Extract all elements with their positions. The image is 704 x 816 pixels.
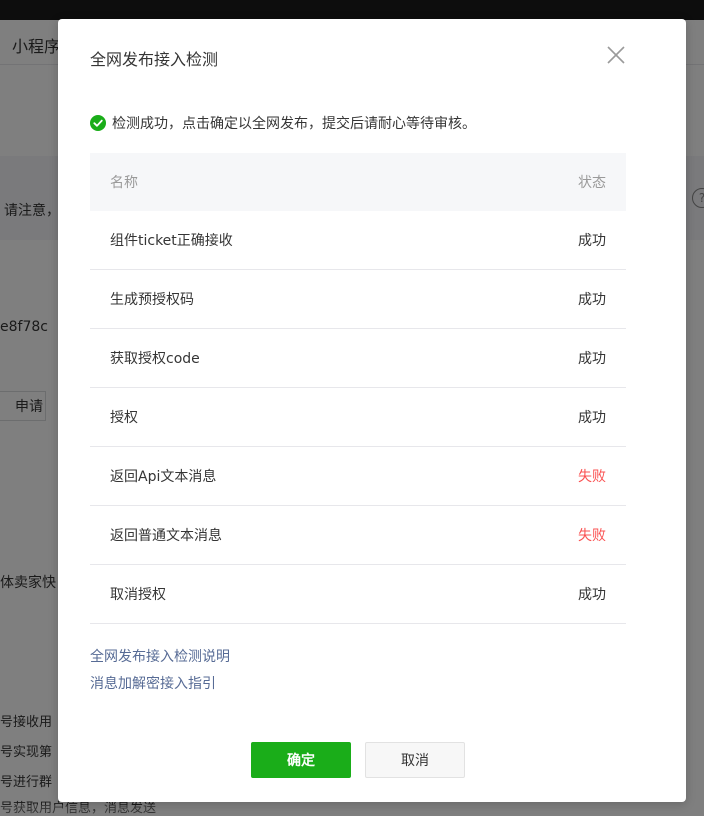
row-status: 成功 [578, 410, 606, 426]
row-name: 返回Api文本消息 [110, 469, 217, 485]
publish-check-dialog: 全网发布接入检测 检测成功，点击确定以全网发布，提交后请耐心等待审核。 名称 状… [58, 19, 686, 802]
encryption-guide-link[interactable]: 消息加解密接入指引 [90, 673, 216, 693]
row-name: 返回普通文本消息 [110, 528, 222, 544]
column-header-name: 名称 [110, 175, 138, 191]
row-status: 成功 [578, 587, 606, 603]
column-header-status: 状态 [578, 175, 606, 191]
confirm-button[interactable]: 确定 [251, 742, 351, 778]
row-status: 成功 [578, 292, 606, 308]
check-table: 名称 状态 组件ticket正确接收 成功 生成预授权码 成功 获取授权code… [90, 153, 626, 624]
check-result: 检测成功，点击确定以全网发布，提交后请耐心等待审核。 [90, 113, 476, 133]
table-row: 取消授权 成功 [90, 565, 626, 624]
success-check-icon [90, 115, 106, 131]
row-status: 成功 [578, 351, 606, 367]
row-status: 成功 [578, 233, 606, 249]
table-header: 名称 状态 [90, 153, 626, 211]
row-status-fail: 失败 [578, 528, 606, 544]
cancel-button[interactable]: 取消 [365, 742, 465, 778]
row-name: 授权 [110, 410, 138, 426]
table-row: 获取授权code 成功 [90, 329, 626, 388]
table-row: 授权 成功 [90, 388, 626, 447]
dialog-title: 全网发布接入检测 [90, 50, 219, 69]
row-name: 获取授权code [110, 351, 200, 367]
publish-check-guide-link[interactable]: 全网发布接入检测说明 [90, 646, 230, 666]
row-name: 取消授权 [110, 587, 166, 603]
table-row: 组件ticket正确接收 成功 [90, 211, 626, 270]
close-button[interactable] [604, 43, 628, 67]
row-name: 组件ticket正确接收 [110, 233, 233, 249]
table-row: 返回Api文本消息 失败 [90, 447, 626, 506]
row-name: 生成预授权码 [110, 292, 194, 308]
close-icon [607, 46, 625, 64]
row-status-fail: 失败 [578, 469, 606, 485]
result-message: 检测成功，点击确定以全网发布，提交后请耐心等待审核。 [112, 116, 476, 132]
table-row: 返回普通文本消息 失败 [90, 506, 626, 565]
table-row: 生成预授权码 成功 [90, 270, 626, 329]
